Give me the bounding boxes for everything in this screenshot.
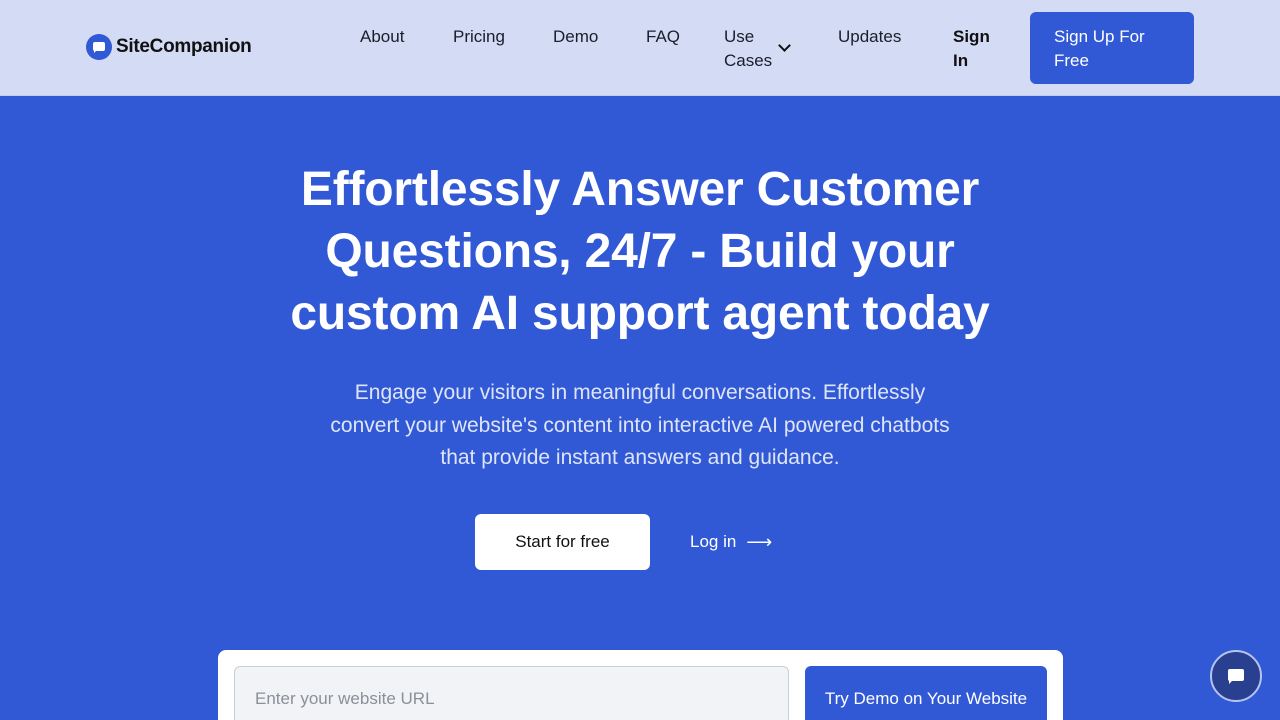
nav-use-cases[interactable]: Use Cases [724,25,776,73]
nav-demo[interactable]: Demo [553,25,598,49]
hero-title: Effortlessly Answer Customer Questions, … [290,163,990,340]
start-free-button[interactable]: Start for free [475,514,650,570]
nav-updates[interactable]: Updates [838,25,901,49]
try-demo-button[interactable]: Try Demo on Your Website [805,666,1047,720]
nav-about[interactable]: About [360,25,404,49]
brand-name: SiteCompanion [116,36,252,57]
log-in-label: Log in [690,532,737,551]
log-in-link[interactable]: Log in ⟶ [690,530,772,554]
chevron-down-icon[interactable] [778,39,791,52]
top-navbar: SiteCompanion About Pricing Demo FAQ Use… [0,0,1280,96]
brand-logo[interactable]: SiteCompanion [86,34,252,60]
sign-in-link[interactable]: Sign In [953,25,993,73]
chat-widget-button[interactable] [1210,650,1262,702]
sign-up-button[interactable]: Sign Up For Free [1030,12,1194,84]
nav-faq[interactable]: FAQ [646,25,680,49]
hero-subtitle: Engage your visitors in meaningful conve… [330,381,950,469]
chat-icon-tail [1229,680,1233,684]
arrow-right-icon: ⟶ [746,531,773,552]
chat-bubble-icon [86,34,112,60]
website-url-input[interactable] [234,666,789,720]
nav-pricing[interactable]: Pricing [453,25,505,49]
